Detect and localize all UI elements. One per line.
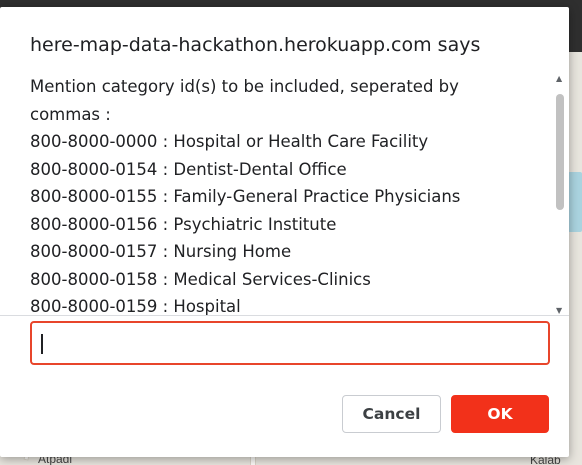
message-line: 800-8000-0000 : Hospital or Health Care … bbox=[30, 132, 429, 151]
message-line: 800-8000-0158 : Medical Services-Clinics bbox=[30, 269, 371, 289]
message-line: 800-8000-0156 : Psychiatric Institute bbox=[30, 214, 337, 234]
scrollbar-thumb[interactable] bbox=[556, 94, 564, 210]
text-caret bbox=[41, 334, 43, 354]
message-line: 800-8000-0159 : Hospital bbox=[30, 297, 241, 315]
message-line: 800-8000-0154 : Dentist-Dental Office bbox=[30, 159, 347, 179]
message-line: 800-8000-0157 : Nursing Home bbox=[30, 242, 292, 261]
dialog-message-scroll-area[interactable]: Mention category id(s) to be included, s… bbox=[30, 73, 565, 315]
cancel-button[interactable]: Cancel bbox=[342, 395, 441, 433]
category-id-input[interactable] bbox=[30, 321, 550, 365]
ok-button[interactable]: OK bbox=[451, 395, 549, 433]
scroll-up-arrow-icon[interactable]: ▲ bbox=[556, 75, 562, 83]
dialog-title: here-map-data-hackathon.herokuapp.com sa… bbox=[30, 34, 481, 56]
scroll-down-arrow-icon[interactable]: ▼ bbox=[556, 307, 562, 315]
dialog-divider bbox=[0, 315, 569, 316]
dialog-message: Mention category id(s) to be included, s… bbox=[30, 73, 545, 315]
message-scrollbar[interactable]: ▲ ▼ bbox=[553, 73, 567, 315]
message-line: Mention category id(s) to be included, s… bbox=[30, 77, 459, 124]
prompt-dialog: here-map-data-hackathon.herokuapp.com sa… bbox=[0, 7, 569, 457]
map-water bbox=[568, 172, 582, 232]
message-line: 800-8000-0155 : Family-General Practice … bbox=[30, 187, 461, 206]
